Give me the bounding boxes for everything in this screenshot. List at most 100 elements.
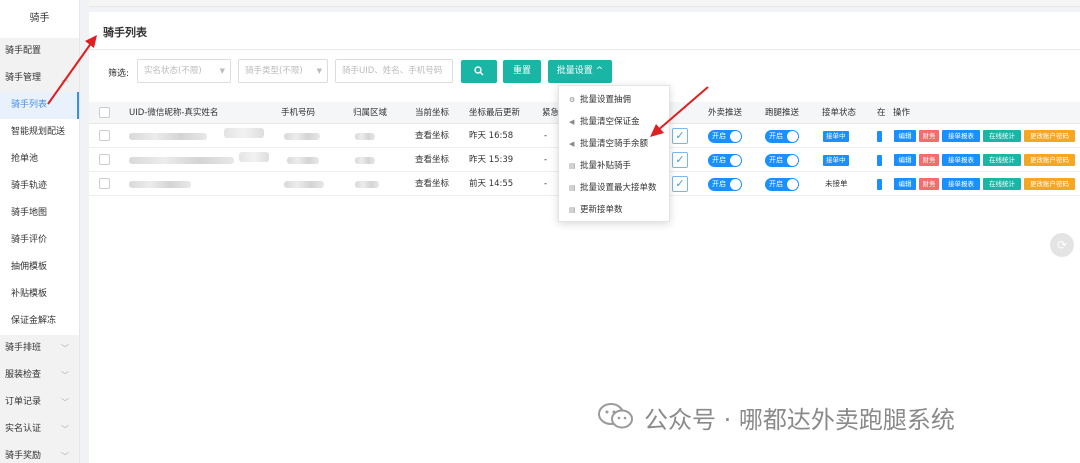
- row-checkbox[interactable]: [99, 130, 110, 141]
- column-header: 紧急: [542, 108, 560, 118]
- sidebar-item-label: 服装检查: [5, 370, 42, 380]
- coord-updated: 昨天 16:58: [469, 131, 514, 141]
- sidebar-item-label: 订单记录: [5, 397, 42, 407]
- column-header: 操作: [893, 108, 911, 118]
- menu-item-batch-subsidy[interactable]: ▤ 批量补贴骑手: [559, 157, 671, 175]
- search-input[interactable]: 骑手UID、姓名、手机号码: [335, 59, 453, 83]
- menu-item-clear-deposit[interactable]: ◀ 批量清空保证金: [559, 113, 671, 131]
- check-icon[interactable]: ✓: [672, 128, 688, 144]
- menu-item-update-orders[interactable]: ▤ 更新接单数: [559, 201, 671, 219]
- sidebar-item-label: 骑手轨迹: [11, 181, 48, 191]
- sidebar-item-uniform-check[interactable]: 服装检查 ﹀: [0, 362, 79, 389]
- view-coords-link[interactable]: 查看坐标: [415, 124, 449, 148]
- toggle-knob: [730, 131, 741, 142]
- menu-item-label: 批量清空骑手余额: [580, 139, 649, 149]
- sidebar-item-real-name[interactable]: 实名认证 ﹀: [0, 416, 79, 443]
- change-password-button[interactable]: 更改账户密码: [1024, 154, 1075, 166]
- urgent-value: -: [544, 131, 548, 141]
- redacted-phone: [284, 181, 324, 188]
- divider: [89, 49, 1080, 50]
- batch-settings-button[interactable]: 批量设置 ^: [548, 60, 612, 83]
- toggle-label: 开启: [769, 132, 783, 140]
- sidebar-item-commission-template[interactable]: 抽佣模板: [0, 254, 79, 281]
- change-password-button[interactable]: 更改账户密码: [1024, 178, 1075, 190]
- paotui-push-toggle[interactable]: 开启: [765, 130, 799, 143]
- view-coords-link[interactable]: 查看坐标: [415, 148, 449, 172]
- sidebar-item-rider-review[interactable]: 骑手评价: [0, 227, 79, 254]
- online-stats-button[interactable]: 在线统计: [983, 154, 1021, 166]
- menu-item-clear-balance[interactable]: ◀ 批量清空骑手余额: [559, 135, 671, 153]
- sidebar-item-rider-config[interactable]: 骑手配置: [0, 38, 79, 65]
- paotui-push-toggle[interactable]: 开启: [765, 154, 799, 167]
- order-report-button[interactable]: 接单报表: [942, 178, 980, 190]
- finance-button[interactable]: 财务: [919, 178, 939, 190]
- edit-button[interactable]: 编辑: [894, 130, 916, 142]
- row-checkbox[interactable]: [99, 154, 110, 165]
- type-select[interactable]: 骑手类型(不限) ▼: [238, 59, 328, 83]
- online-stats-button[interactable]: 在线统计: [983, 130, 1021, 142]
- sidebar-item-order-records[interactable]: 订单记录 ﹀: [0, 389, 79, 416]
- menu-item-batch-commission[interactable]: ⚙ 批量设置抽佣: [559, 91, 671, 109]
- edit-button[interactable]: 编辑: [894, 178, 916, 190]
- order-report-button[interactable]: 接单报表: [942, 154, 980, 166]
- order-report-button[interactable]: 接单报表: [942, 130, 980, 142]
- sidebar-item-rider-list[interactable]: 骑手列表: [0, 92, 79, 119]
- status-badge: 接单中: [823, 155, 849, 166]
- waimai-push-toggle[interactable]: 开启: [708, 130, 742, 143]
- online-badge: [877, 155, 882, 166]
- toggle-knob: [787, 155, 798, 166]
- redacted-region: [355, 157, 375, 164]
- chevron-down-icon: ﹀: [61, 425, 69, 434]
- toggle-label: 开启: [769, 156, 783, 164]
- menu-item-max-orders[interactable]: ▤ 批量设置最大接单数: [559, 179, 671, 197]
- finance-button[interactable]: 财务: [919, 130, 939, 142]
- edit-button[interactable]: 编辑: [894, 154, 916, 166]
- sidebar-item-label: 骑手排班: [5, 343, 42, 353]
- sidebar-item-label: 骑手管理: [5, 73, 42, 83]
- row-checkbox[interactable]: [99, 178, 110, 189]
- sidebar-item-order-pool[interactable]: 抢单池: [0, 146, 79, 173]
- sidebar-item-rider-reward[interactable]: 骑手奖励 ﹀: [0, 443, 79, 463]
- status-text: 未接单: [825, 179, 848, 188]
- sidebar-item-rider-map[interactable]: 骑手地图: [0, 200, 79, 227]
- finance-button[interactable]: 财务: [919, 154, 939, 166]
- status-select[interactable]: 实名状态(不限) ▼: [137, 59, 231, 83]
- online-stats-button[interactable]: 在线统计: [983, 178, 1021, 190]
- coord-updated: 前天 14:55: [469, 179, 514, 189]
- select-all-checkbox[interactable]: [99, 107, 110, 118]
- check-icon[interactable]: ✓: [672, 176, 688, 192]
- sidebar-item-deposit-unfreeze[interactable]: 保证金解冻: [0, 308, 79, 335]
- column-header: 在: [877, 108, 886, 118]
- coord-updated: 昨天 15:39: [469, 155, 514, 165]
- sidebar-item-rider-schedule[interactable]: 骑手排班 ﹀: [0, 335, 79, 362]
- search-button[interactable]: [461, 60, 497, 83]
- sidebar-item-rider-track[interactable]: 骑手轨迹: [0, 173, 79, 200]
- sidebar-item-smart-dispatch[interactable]: 智能规划配送: [0, 119, 79, 146]
- redacted-uid: [129, 133, 207, 140]
- check-icon[interactable]: ✓: [672, 152, 688, 168]
- sidebar-item-label: 智能规划配送: [11, 127, 66, 137]
- sidebar-title: 骑手: [29, 13, 50, 24]
- waimai-push-toggle[interactable]: 开启: [708, 154, 742, 167]
- paotui-push-toggle[interactable]: 开启: [765, 178, 799, 191]
- view-coords-link[interactable]: 查看坐标: [415, 172, 449, 196]
- online-badge: [877, 179, 882, 190]
- change-password-button[interactable]: 更改账户密码: [1024, 130, 1075, 142]
- chevron-up-icon: ︿: [61, 74, 69, 83]
- column-header: 手机号码: [281, 108, 316, 118]
- sidebar-item-rider-manage[interactable]: 骑手管理 ︿: [0, 65, 79, 92]
- page-title: 骑手列表: [103, 26, 147, 39]
- sidebar-item-subsidy-template[interactable]: 补贴模板: [0, 281, 79, 308]
- menu-item-label: 批量设置抽佣: [580, 95, 632, 105]
- waimai-push-toggle[interactable]: 开启: [708, 178, 742, 191]
- toggle-knob: [787, 131, 798, 142]
- reset-button[interactable]: 重置: [503, 60, 541, 83]
- sidebar-item-label: 骑手地图: [11, 208, 48, 218]
- refresh-icon[interactable]: ⟳: [1050, 233, 1074, 257]
- search-icon: [474, 66, 484, 76]
- filter-label: 筛选:: [108, 69, 130, 79]
- sidebar-item-label: 骑手配置: [5, 46, 42, 56]
- chevron-down-icon: ﹀: [61, 398, 69, 407]
- menu-item-label: 批量清空保证金: [580, 117, 640, 127]
- column-header: 接单状态: [822, 108, 857, 118]
